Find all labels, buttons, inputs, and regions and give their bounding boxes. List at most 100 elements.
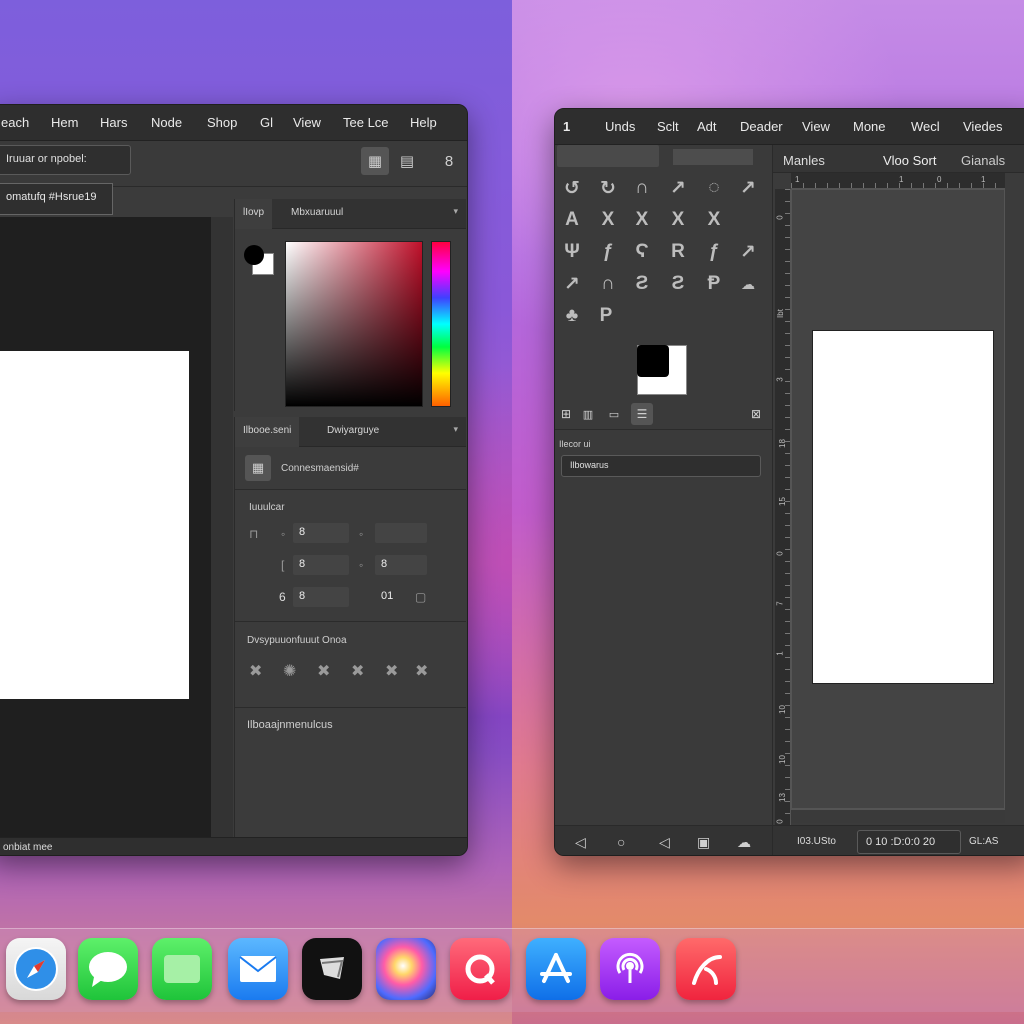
close-panel-icon[interactable]: ⊠ (745, 403, 767, 425)
layer-thumb-icon[interactable]: ▦ (245, 455, 271, 481)
brush-tool-icon[interactable]: ↗ (665, 175, 691, 201)
option-gianals[interactable]: Gianals (961, 153, 1005, 168)
field-d[interactable]: 8 (375, 555, 427, 575)
cloud-tool-icon[interactable]: ☁ (735, 271, 761, 297)
circle-tool-icon[interactable]: ◌ (701, 175, 727, 201)
effect-cross-icon[interactable]: ✖ (385, 661, 398, 681)
horizontal-scrollbar[interactable] (791, 809, 1005, 823)
history-tab-icon[interactable]: ☰ (631, 403, 653, 425)
menu-sclt[interactable]: Sclt (657, 119, 679, 134)
menu-view[interactable]: View (293, 115, 321, 130)
dropper-tool-icon[interactable]: ƒ (595, 239, 621, 265)
path-tool-icon[interactable]: ∩ (629, 175, 655, 201)
channels-tab-icon[interactable]: ▥ (577, 403, 599, 425)
adjust-menu-icon[interactable]: ▾ (453, 424, 458, 435)
effect-cross-icon[interactable]: ✖ (415, 661, 428, 681)
field-a[interactable]: 8 (293, 523, 349, 543)
rotate-tool-icon[interactable]: ↻ (595, 175, 621, 201)
option-vloo-sort[interactable]: Vloo Sort (883, 153, 936, 168)
menu-mone[interactable]: Mone (853, 119, 886, 134)
cross-tool-icon[interactable]: X (701, 207, 727, 233)
facetime-icon[interactable] (152, 938, 212, 1000)
field-c[interactable]: 8 (293, 555, 349, 575)
menu-view[interactable]: View (802, 119, 830, 134)
panel-menu-icon[interactable]: ▾ (453, 206, 458, 217)
r-tool-icon[interactable]: R (665, 239, 691, 265)
menu-gl[interactable]: Gl (260, 115, 273, 130)
p-tool-icon[interactable]: P (593, 303, 619, 329)
menu-wecl[interactable]: Wecl (911, 119, 940, 134)
siri-icon[interactable] (376, 938, 436, 1000)
f-tool-icon[interactable]: ƒ (701, 239, 727, 265)
cross-tool-icon[interactable]: X (629, 207, 655, 233)
podcasts-icon[interactable] (600, 938, 660, 1000)
layer-tab-icon[interactable]: ⊞ (555, 403, 577, 425)
bucket-tool-icon[interactable]: Ψ (559, 239, 585, 265)
effect-cross-icon[interactable]: ✖ (249, 661, 262, 681)
safari-icon[interactable] (6, 938, 66, 1000)
back-icon[interactable]: ◁ (575, 834, 586, 851)
mail-icon[interactable] (228, 938, 288, 1000)
effect-cross-icon[interactable]: ✖ (317, 661, 330, 681)
field-e[interactable]: 8 (293, 587, 349, 607)
menu-shop[interactable]: Shop (207, 115, 237, 130)
horizontal-ruler[interactable]: 1 1 0 1 (791, 173, 1005, 189)
panel-icon[interactable]: ▤ (393, 147, 421, 175)
tab-swatch[interactable]: lIovp (235, 199, 273, 229)
vertical-ruler[interactable]: 0 Ibt 3 18 15 0 7 1 10 10 13 0 (775, 189, 791, 829)
cloud-icon[interactable]: ☁ (737, 834, 751, 851)
copy-icon[interactable]: ▢ (415, 590, 426, 604)
grid-view-icon[interactable]: ▦ (361, 147, 389, 175)
menu-help[interactable]: Help (410, 115, 437, 130)
toolbox-search[interactable] (673, 149, 753, 165)
app-store-icon[interactable] (526, 938, 586, 1000)
heal-tool-icon[interactable]: Ƨ (629, 271, 655, 297)
document-canvas[interactable] (812, 330, 994, 684)
messages-icon[interactable] (78, 938, 138, 1000)
effect-gear-icon[interactable]: ✺ (283, 661, 296, 681)
field-b[interactable] (375, 523, 427, 543)
text-tool-icon[interactable]: A (559, 207, 585, 233)
image-canvas-area[interactable] (791, 189, 1005, 809)
timecode-field[interactable]: 0 10 :D:0:0 20 (857, 830, 961, 854)
layer-name-field[interactable]: Ilbowarus (561, 455, 761, 477)
tab-layers[interactable]: Dwiyarguye (327, 425, 379, 436)
tab-adjustments[interactable]: Ilbooe.seni (235, 417, 300, 447)
pencil-tool-icon[interactable]: ↗ (735, 175, 761, 201)
color-spectrum[interactable] (285, 241, 423, 407)
menu-deader[interactable]: Deader (740, 119, 783, 134)
warp-tool-icon[interactable]: ♣ (559, 303, 585, 329)
prev-icon[interactable]: ◁ (659, 834, 670, 851)
menu-each[interactable]: each (1, 115, 29, 130)
tab-properties[interactable]: Mbxuaruuul (291, 207, 343, 218)
foreground-color-swatch[interactable] (637, 345, 669, 377)
stamp-tool-icon[interactable]: Ϛ (629, 239, 655, 265)
menu-hars[interactable]: Hars (100, 115, 127, 130)
paths-tab-icon[interactable]: ▭ (601, 403, 627, 425)
hue-slider[interactable] (431, 241, 451, 407)
menu-viedes[interactable]: Viedes (963, 119, 1003, 134)
cross-tool-icon[interactable]: X (665, 207, 691, 233)
menu-node[interactable]: Node (151, 115, 182, 130)
app-menu-icon[interactable]: 1 (563, 119, 570, 134)
tool-options-field[interactable]: Iruuar or npobel: (0, 145, 131, 175)
option-manles[interactable]: Manles (783, 153, 825, 168)
cross-tool-icon[interactable]: X (595, 207, 621, 233)
menu-adt[interactable]: Adt (697, 119, 717, 134)
toolbox-header-field[interactable] (557, 145, 659, 167)
options-icon[interactable]: 8 (435, 147, 463, 175)
p-tool-icon[interactable]: Ᵽ (701, 271, 727, 297)
lasso-tool-icon[interactable]: ↺ (559, 175, 585, 201)
menu-unds[interactable]: Unds (605, 119, 635, 134)
curve-tool-icon[interactable]: ∩ (595, 271, 621, 297)
circle-icon[interactable]: ○ (617, 834, 625, 850)
menu-hem[interactable]: Hem (51, 115, 78, 130)
move-tool-icon[interactable]: Ƨ (665, 271, 691, 297)
notes-icon[interactable] (302, 938, 362, 1000)
smudge-tool-icon[interactable]: ↗ (735, 239, 761, 265)
document-canvas[interactable] (0, 351, 189, 699)
creative-icon[interactable] (676, 938, 736, 1000)
airbrush-tool-icon[interactable]: ↗ (559, 271, 585, 297)
foreground-color-swatch[interactable] (244, 245, 264, 265)
music-icon[interactable] (450, 938, 510, 1000)
